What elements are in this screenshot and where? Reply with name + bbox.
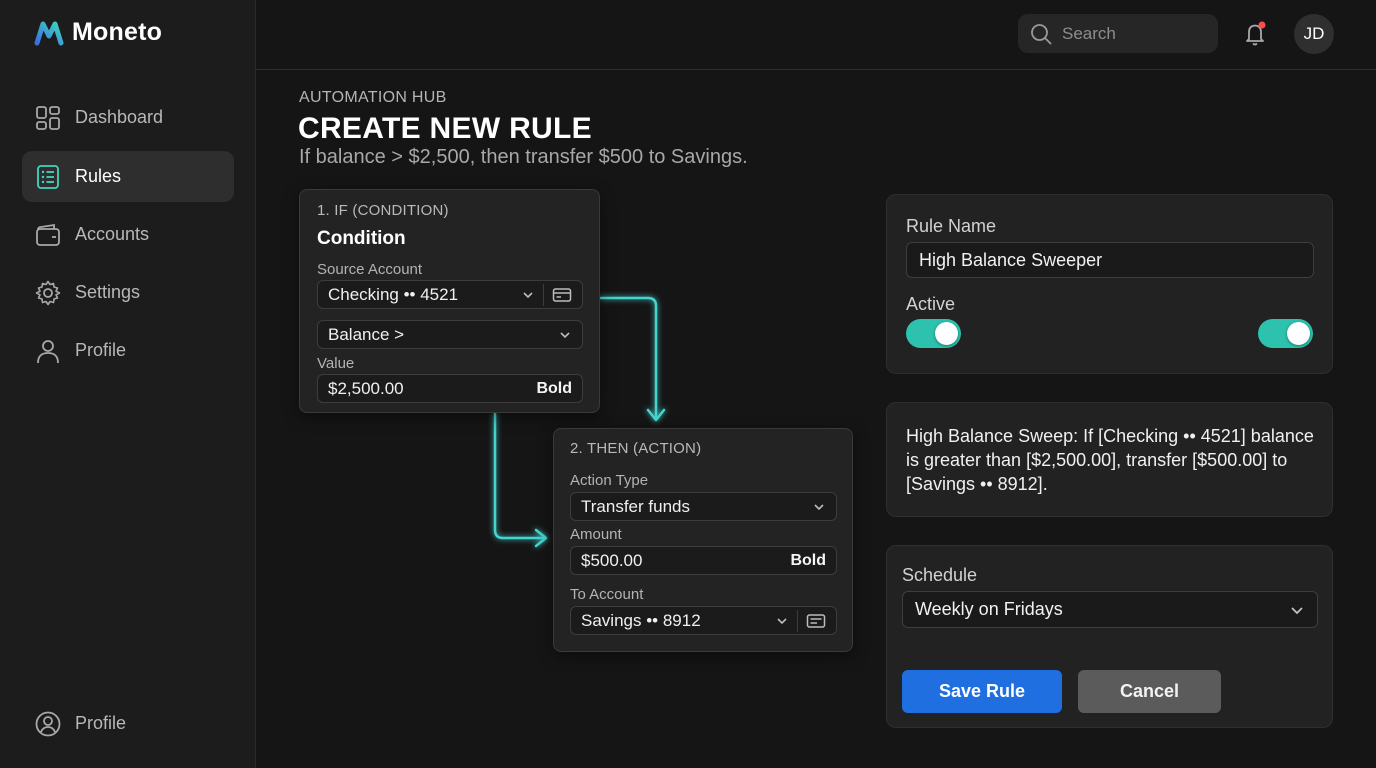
schedule-label: Schedule [902,565,978,585]
dashboard-icon [36,105,60,130]
sidebar-item-profile[interactable]: Profile [22,325,234,376]
notification-dot [1258,21,1266,29]
to-account-label: To Account [570,586,644,603]
action-type-value: Transfer funds [581,496,690,516]
active-toggle-secondary[interactable] [1258,319,1313,348]
active-toggle[interactable] [906,319,961,348]
moneto-logo-icon [34,21,64,45]
schedule-value: Weekly on Fridays [915,599,1063,619]
toggle-knob [1287,322,1310,345]
page-subtitle: If balance > $2,500, then transfer $500 … [299,146,748,168]
condition-operator-value: Balance > [328,324,405,344]
amount-value: $500.00 [581,550,643,570]
chevron-down-icon [814,503,824,510]
sidebar-item-dashboard[interactable]: Dashboard [22,92,234,143]
condition-step-label: 1. IF (CONDITION) [317,202,449,219]
to-account-value: Savings •• 8912 [581,610,701,630]
search-box[interactable]: Search [1018,14,1218,53]
user-circle-icon [35,711,61,736]
source-account-value: Checking •• 4521 [328,284,459,304]
sidebar-item-label: Rules [75,166,122,186]
rule-name-label: Rule Name [906,216,997,236]
rule-summary-text: High Balance Sweep: If [Checking •• 4521… [906,426,1314,494]
page-title: CREATE NEW RULE [298,112,592,145]
action-card: 2. THEN (ACTION) Action Type Transfer fu… [553,428,853,652]
source-account-select[interactable]: Checking •• 4521 [317,280,583,309]
condition-operator-select[interactable]: Balance > [317,320,583,349]
to-account-select[interactable]: Savings •• 8912 [570,606,837,635]
field-divider [797,609,798,632]
credit-card-icon [552,287,572,302]
sidebar-item-settings[interactable]: Settings [22,267,234,318]
sidebar-item-label: Profile [75,340,127,360]
page-eyebrow: AUTOMATION HUB [299,89,447,106]
user-icon [37,339,59,363]
bold-format-tag[interactable]: Bold [790,552,826,570]
condition-value: $2,500.00 [328,378,404,398]
rule-name-input[interactable]: High Balance Sweeper [906,242,1314,278]
toggle-knob [935,322,958,345]
app-logo[interactable]: Moneto [34,18,162,47]
sidebar: Moneto Dashboard Rules Accounts Settings… [0,0,256,768]
condition-card: 1. IF (CONDITION) Condition Source Accou… [299,189,600,413]
action-type-label: Action Type [570,472,649,489]
sidebar-item-label: Settings [75,282,141,302]
field-divider [543,283,544,306]
value-label: Value [317,355,355,372]
active-label: Active [906,294,956,314]
condition-value-input[interactable]: $2,500.00 Bold [317,374,583,403]
credit-card-icon [806,613,826,628]
action-step-label: 2. THEN (ACTION) [570,440,702,457]
gear-icon [35,280,61,305]
top-bar: Search JD [256,0,1376,70]
connector-arrowhead-right [534,528,548,548]
app-name: Moneto [72,18,163,46]
connector-arrowhead-down [646,408,666,422]
search-icon [1031,23,1052,44]
chevron-down-icon [1291,606,1303,614]
bold-format-tag[interactable]: Bold [536,380,572,398]
rule-settings-panel: Rule Name High Balance Sweeper Active [886,194,1333,374]
schedule-select[interactable]: Weekly on Fridays [902,591,1318,628]
sidebar-item-label: Dashboard [75,107,164,127]
user-avatar[interactable]: JD [1294,14,1334,54]
rules-list-icon [37,164,59,189]
save-rule-button[interactable]: Save Rule [902,670,1062,713]
chevron-down-icon [777,617,787,624]
schedule-panel: Schedule Weekly on Fridays Save Rule Can… [886,545,1333,728]
sidebar-item-accounts[interactable]: Accounts [22,209,234,260]
notification-bell-icon[interactable] [1242,20,1270,48]
connector-right [599,296,658,420]
chevron-down-icon [523,291,533,298]
chevron-down-icon [560,331,570,338]
condition-heading: Condition [317,228,406,249]
connector-left [493,412,546,540]
wallet-icon [36,223,60,246]
source-account-label: Source Account [317,261,423,278]
amount-input[interactable]: $500.00 Bold [570,546,837,575]
amount-label: Amount [570,526,622,543]
sidebar-item-rules[interactable]: Rules [22,151,234,202]
sidebar-footer-label: Profile [75,713,127,733]
search-placeholder: Search [1062,23,1116,43]
action-type-select[interactable]: Transfer funds [570,492,837,521]
rule-name-value: High Balance Sweeper [919,249,1103,270]
sidebar-footer-profile[interactable]: Profile [22,698,234,749]
cancel-button[interactable]: Cancel [1078,670,1221,713]
sidebar-item-label: Accounts [75,224,150,244]
